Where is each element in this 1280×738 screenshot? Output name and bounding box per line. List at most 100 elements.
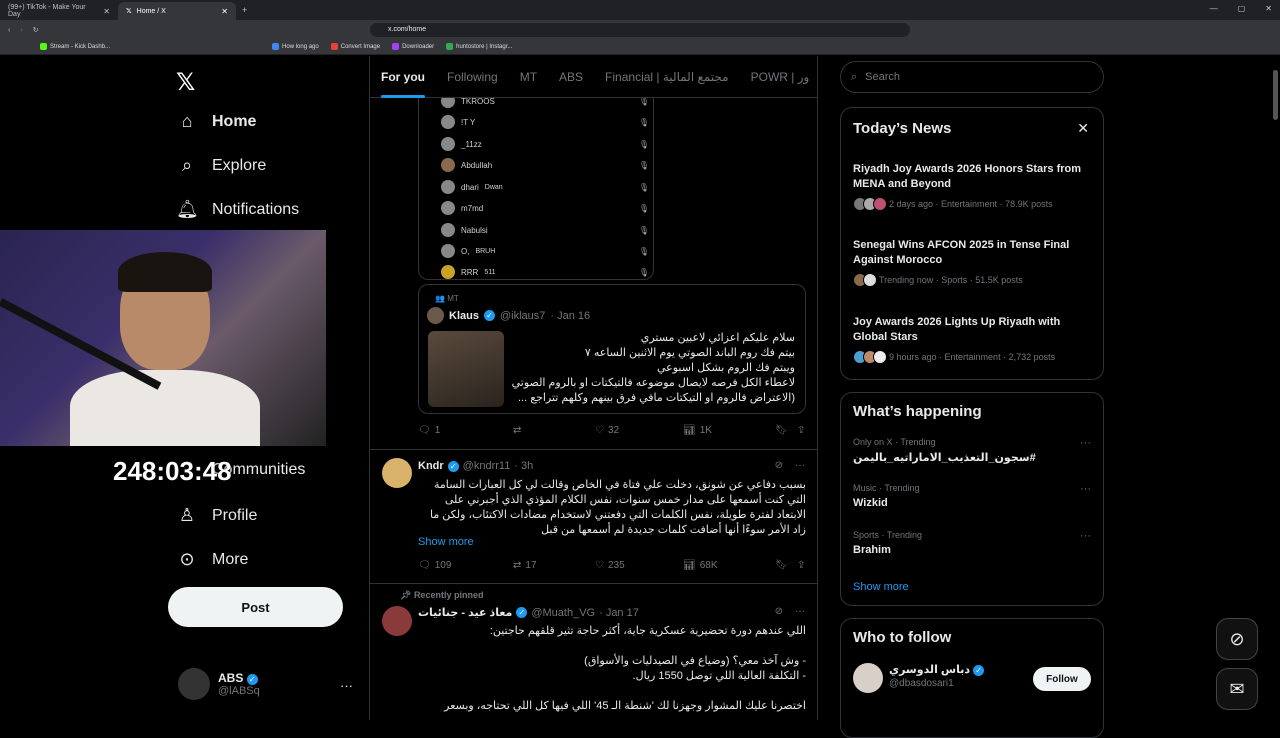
main-feed: For you Following MT ABS Financial | مجت… bbox=[369, 56, 818, 720]
window-close-icon[interactable]: ✕ bbox=[1265, 4, 1272, 13]
bookmark-button[interactable]: 🔖︎ bbox=[775, 560, 797, 571]
more-icon[interactable]: ··· bbox=[795, 460, 805, 471]
show-more-link[interactable]: Show more bbox=[418, 536, 474, 548]
follow-suggestion[interactable]: دباس الدوسري ✓ @dbasdosari1 bbox=[889, 663, 985, 689]
news-item[interactable]: Joy Awards 2026 Lights Up Riyadh with Gl… bbox=[853, 315, 1093, 364]
views-button[interactable]: 📊︎ 68K bbox=[683, 560, 775, 571]
whats-happening-card: What’s happening Only on X · Trending #س… bbox=[840, 392, 1104, 606]
list-item: !T Y 🎙︎ bbox=[441, 115, 649, 129]
news-item[interactable]: Senegal Wins AFCON 2025 in Tense Final A… bbox=[853, 238, 1093, 287]
reply-button[interactable]: 🗨︎ 109 bbox=[418, 560, 513, 571]
bookmark-item[interactable]: huntostore | Instagr... bbox=[446, 43, 512, 51]
verified-badge-icon: ✓ bbox=[246, 674, 258, 685]
quoted-post-image[interactable] bbox=[428, 331, 504, 407]
show-more-link[interactable]: Show more bbox=[853, 581, 909, 593]
list-item: m7md 🎙︎ bbox=[441, 201, 649, 215]
share-button[interactable]: ⇪ bbox=[797, 560, 805, 571]
post-text: اللي عندهم دورة تحضيرية عسكرية جاية، أكث… bbox=[444, 625, 806, 712]
nav-profile[interactable]: ♙ Profile bbox=[176, 505, 257, 526]
like-button[interactable]: ♡ 235 bbox=[595, 560, 683, 571]
views-button[interactable]: 📊︎ 1K bbox=[683, 425, 775, 436]
messages-icon[interactable]: ✉ bbox=[1216, 668, 1258, 710]
back-icon[interactable]: ‹ bbox=[8, 27, 10, 34]
post-actions: 🗨︎ 1 ⇄ ♡ 32 📊︎ 1K 🔖︎ ⇪ bbox=[418, 425, 806, 436]
verified-badge-icon: ✓ bbox=[516, 607, 528, 618]
avatar bbox=[441, 115, 455, 129]
avatar[interactable] bbox=[382, 606, 412, 636]
post-text: بسبب دفاعي عن شونق، دخلت علي فتاة في الخ… bbox=[429, 479, 806, 536]
voice-channel-image[interactable]: TKROOS 🎙︎ !T Y 🎙︎ _11zz 🎙︎ Abdullah 🎙︎ dhari… bbox=[418, 92, 654, 280]
tab-x-home[interactable]: 𝕏 Home / X ✕ bbox=[118, 2, 236, 20]
bookmark-item[interactable]: How long ago bbox=[272, 43, 319, 51]
close-icon[interactable]: ✕ bbox=[103, 7, 110, 16]
nav-explore[interactable]: ⌕ Explore bbox=[176, 155, 266, 176]
avatar bbox=[441, 137, 455, 151]
stream-timer: 248:03:48 bbox=[113, 456, 232, 486]
maximize-icon[interactable]: ▢ bbox=[1238, 4, 1246, 13]
avatar bbox=[441, 265, 455, 279]
tab-financial[interactable]: Financial | مجتمع المالية bbox=[605, 70, 729, 84]
x-logo-icon[interactable]: 𝕏 bbox=[176, 68, 195, 97]
bookmark-item[interactable]: Downloader bbox=[392, 43, 434, 51]
tab-abs[interactable]: ABS bbox=[559, 70, 583, 84]
avatar[interactable] bbox=[382, 458, 412, 488]
forward-icon[interactable]: › bbox=[20, 27, 22, 34]
trend-item[interactable]: Sports · Trending Brahim ··· bbox=[853, 530, 1093, 556]
grok-icon[interactable]: ⊘ bbox=[775, 460, 783, 471]
minimize-icon[interactable]: — bbox=[1210, 4, 1218, 13]
close-icon[interactable]: ✕ bbox=[221, 7, 228, 16]
repost-button[interactable]: ⇄ 17 bbox=[513, 560, 595, 571]
author-name[interactable]: Kndr bbox=[418, 460, 444, 472]
scrollbar[interactable] bbox=[1273, 70, 1278, 120]
bookmark-item[interactable]: Stream - Kick Dashb... bbox=[40, 43, 110, 51]
grok-icon[interactable]: ⊘ bbox=[775, 606, 783, 617]
bookmark-button[interactable]: 🔖︎ bbox=[775, 425, 797, 436]
like-button[interactable]: ♡ 32 bbox=[595, 425, 683, 436]
share-button[interactable]: ⇪ bbox=[797, 425, 805, 436]
address-bar-row: ‹ › ↻ x.com/home bbox=[0, 20, 1280, 40]
account-switcher[interactable]: ABS ✓ @lABSq bbox=[178, 668, 260, 700]
community-context: 👥 MT bbox=[435, 294, 459, 303]
follow-button[interactable]: Follow bbox=[1033, 667, 1091, 691]
tab-following[interactable]: Following bbox=[447, 70, 498, 84]
new-tab-icon[interactable]: + bbox=[242, 5, 247, 15]
author-name[interactable]: معاذ عيد - جنائيات bbox=[418, 606, 512, 619]
tab-for-you[interactable]: For you bbox=[381, 70, 425, 98]
more-icon[interactable]: ··· bbox=[1080, 483, 1091, 495]
section-title: What’s happening bbox=[853, 403, 982, 420]
close-icon[interactable]: ✕ bbox=[1077, 120, 1089, 137]
post-muath[interactable]: 📌︎ Recently pinned معاذ عيد - جنائيات ✓ … bbox=[370, 583, 817, 720]
bookmark-item[interactable]: Convert Image bbox=[330, 43, 380, 51]
post-top-icons: ⊘ ··· bbox=[775, 606, 805, 617]
quoted-post[interactable]: 👥 MT Klaus ✓ @iklaus7 · Jan 16 سلام عليك… bbox=[418, 284, 806, 414]
search-input[interactable]: ⌕ Search bbox=[840, 61, 1104, 93]
repost-button[interactable]: ⇄ bbox=[513, 425, 595, 436]
tab-mt[interactable]: MT bbox=[520, 70, 537, 84]
tab-tiktok[interactable]: (99+) TikTok - Make Your Day ✕ bbox=[0, 2, 118, 20]
account-name: ABS bbox=[218, 671, 244, 685]
post-kndr[interactable]: Kndr ✓ @kndrr11 · 3h ⊘ ··· بسبب دفاعي عن… bbox=[370, 449, 817, 583]
more-icon[interactable]: ··· bbox=[1080, 530, 1091, 542]
more-icon[interactable]: ··· bbox=[1080, 437, 1091, 449]
webcam-overlay bbox=[0, 230, 326, 446]
nav-home[interactable]: ⌂ Home bbox=[176, 111, 257, 132]
news-item[interactable]: Riyadh Joy Awards 2026 Honors Stars from… bbox=[853, 162, 1093, 211]
trend-item[interactable]: Only on X · Trending #سجون_التعذيب_الاما… bbox=[853, 437, 1093, 464]
mute-icon: 🎙︎ bbox=[638, 117, 649, 127]
tab-powr[interactable]: POWR | ور bbox=[751, 70, 810, 84]
avatar bbox=[441, 244, 455, 258]
avatar[interactable] bbox=[853, 663, 883, 693]
more-circle-icon: ⊙ bbox=[179, 549, 195, 569]
post-header: معاذ عيد - جنائيات ✓ @Muath_VG · Jan 17 bbox=[418, 606, 639, 620]
nav-notifications[interactable]: 🔔︎ Notifications bbox=[176, 199, 299, 220]
post-button[interactable]: Post bbox=[168, 587, 343, 627]
reload-icon[interactable]: ↻ bbox=[33, 26, 39, 34]
url-field[interactable]: x.com/home bbox=[370, 23, 910, 37]
nav-more[interactable]: ⊙ More bbox=[176, 549, 248, 570]
more-icon[interactable]: ··· bbox=[795, 606, 805, 617]
grok-icon[interactable]: ⊘ bbox=[1216, 618, 1258, 660]
trend-item[interactable]: Music · Trending Wizkid ··· bbox=[853, 483, 1093, 509]
webcam-shirt bbox=[70, 370, 260, 446]
reply-button[interactable]: 🗨︎ 1 bbox=[418, 425, 513, 436]
account-more-icon[interactable]: ··· bbox=[340, 678, 353, 693]
